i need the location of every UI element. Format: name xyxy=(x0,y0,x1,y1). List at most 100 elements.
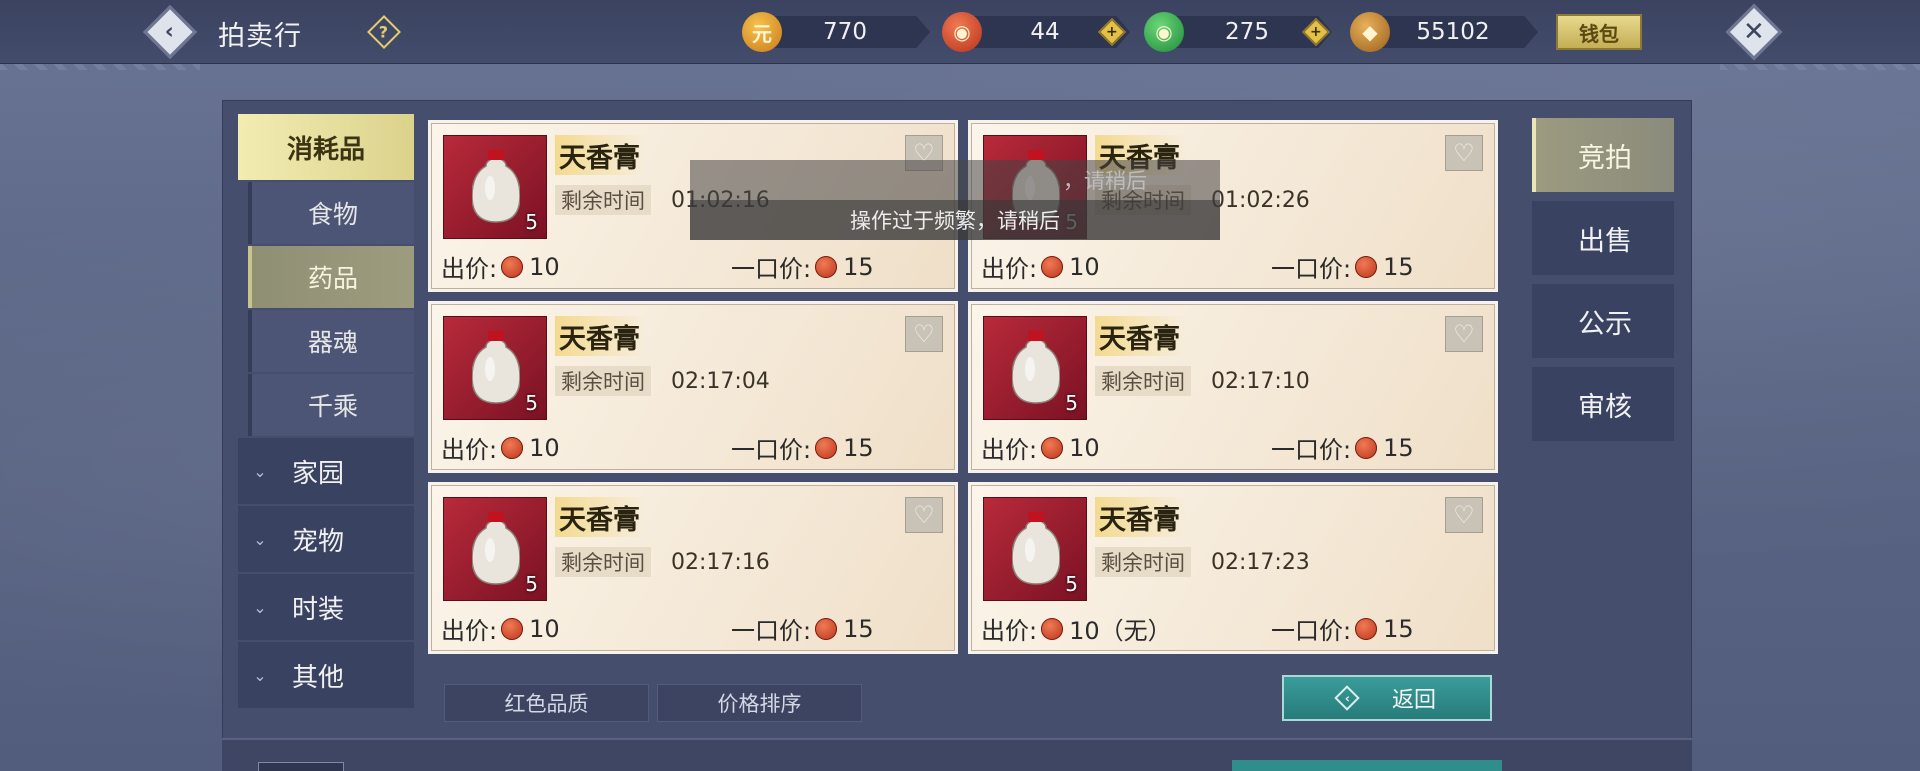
time-remaining-label: 剩余时间 xyxy=(555,547,651,577)
favorite-heart-icon[interactable]: ♡ xyxy=(1445,316,1483,352)
red-coin-icon xyxy=(815,436,838,459)
category-pets[interactable]: ⌄ 宠物 xyxy=(238,506,414,572)
buyout-label: 一口价: xyxy=(1271,255,1352,283)
favorite-heart-icon[interactable]: ♡ xyxy=(905,497,943,533)
bottom-button-left[interactable] xyxy=(258,762,344,771)
category-home[interactable]: ⌄ 家园 xyxy=(238,438,414,504)
currency-value: 770 xyxy=(760,16,930,48)
listing-card[interactable]: 5 天香膏 剩余时间 02:17:23 ♡ 出价: 10（无） 一口价: 15 xyxy=(968,482,1498,654)
listing-card[interactable]: 5 天香膏 剩余时间 02:17:10 ♡ 出价: 10 一口价: 15 xyxy=(968,301,1498,473)
red-coin-icon: ◉ xyxy=(942,12,982,52)
bid-value: 10（无） xyxy=(1069,617,1172,645)
buyout-value: 15 xyxy=(843,252,874,281)
price-row: 出价: 10 一口价: 15 xyxy=(981,247,1481,284)
category-label: 家园 xyxy=(292,458,345,489)
bid-label: 出价: xyxy=(441,255,498,283)
buyout-price: 一口价: 15 xyxy=(1271,249,1414,284)
page-title: 拍卖行 xyxy=(218,21,302,52)
tab-sell[interactable]: 出售 xyxy=(1532,201,1674,275)
favorite-heart-icon[interactable]: ♡ xyxy=(905,316,943,352)
item-quantity: 5 xyxy=(1065,391,1078,415)
subcategory-weapon-soul[interactable]: 器魂 xyxy=(248,310,414,372)
bottom-button-right[interactable] xyxy=(1232,760,1502,771)
red-coin-icon xyxy=(501,255,524,278)
price-row: 出价: 10（无） 一口价: 15 xyxy=(981,609,1481,646)
buyout-price: 一口价: 15 xyxy=(1271,611,1414,646)
back-button[interactable]: ‹ xyxy=(143,5,197,59)
toast-message: 操作过于频繁，请稍后 xyxy=(690,200,1220,240)
buyout-price: 一口价: 15 xyxy=(731,611,874,646)
time-remaining-value: 02:17:16 xyxy=(671,549,770,575)
item-icon[interactable]: 5 xyxy=(443,316,547,420)
subcategory-food[interactable]: 食物 xyxy=(248,182,414,244)
bid-value: 10 xyxy=(529,433,560,462)
subcategory-medicine[interactable]: 药品 xyxy=(248,246,414,308)
item-icon[interactable]: 5 xyxy=(983,316,1087,420)
bottle-icon xyxy=(1012,512,1060,585)
currency-gold-ingot: 元 770 xyxy=(742,12,932,52)
tab-review[interactable]: 审核 xyxy=(1532,367,1674,441)
price-row: 出价: 10 一口价: 15 xyxy=(441,247,941,284)
red-coin-icon xyxy=(1355,436,1378,459)
listing-card[interactable]: 5 天香膏 剩余时间 02:17:16 ♡ 出价: 10 一口价: 15 xyxy=(428,482,958,654)
bottle-icon xyxy=(472,512,520,585)
red-coin-icon xyxy=(1041,617,1064,640)
help-icon[interactable]: ? xyxy=(367,15,401,49)
bottle-icon xyxy=(1012,331,1060,404)
close-button[interactable]: ✕ xyxy=(1725,3,1783,61)
buyout-label: 一口价: xyxy=(1271,617,1352,645)
category-label: 时装 xyxy=(292,594,345,625)
buyout-label: 一口价: xyxy=(731,617,812,645)
red-coin-icon xyxy=(501,617,524,640)
buyout-value: 15 xyxy=(1383,614,1414,643)
plus-icon: + xyxy=(1106,23,1118,40)
buyout-label: 一口价: xyxy=(1271,436,1352,464)
time-remaining-value: 01:02:26 xyxy=(1211,187,1310,213)
item-icon[interactable]: 5 xyxy=(443,135,547,239)
chevron-left-icon: ‹ xyxy=(1334,685,1360,711)
chevron-down-icon: ⌄ xyxy=(253,597,267,617)
category-consumables[interactable]: 消耗品 xyxy=(238,114,414,180)
return-button[interactable]: ‹ 返回 xyxy=(1282,675,1492,721)
buyout-value: 15 xyxy=(1383,433,1414,462)
bid-price: 出价: 10 xyxy=(981,249,1100,284)
time-remaining-label: 剩余时间 xyxy=(1095,547,1191,577)
favorite-heart-icon[interactable]: ♡ xyxy=(1445,497,1483,533)
favorite-heart-icon[interactable]: ♡ xyxy=(1445,135,1483,171)
toast-message-faded: ，请稍后 xyxy=(690,160,1220,200)
bottle-icon xyxy=(472,150,520,223)
price-sort-button[interactable]: 价格排序 xyxy=(657,684,862,722)
buyout-value: 15 xyxy=(843,433,874,462)
bid-price: 出价: 10 xyxy=(441,430,560,465)
bid-value: 10 xyxy=(529,252,560,281)
bid-value: 10 xyxy=(1069,252,1100,281)
currency-bronze-coin: ◆ 55102 xyxy=(1350,12,1550,52)
quality-filter-button[interactable]: 红色品质 xyxy=(444,684,649,722)
bid-price: 出价: 10（无） xyxy=(981,611,1172,646)
item-icon[interactable]: 5 xyxy=(443,497,547,601)
subcategory-chariot[interactable]: 千乘 xyxy=(248,374,414,436)
top-bar: ‹ 拍卖行 ? 元 770 ◉ 44 + ◉ 275 + ◆ 55102 钱包 … xyxy=(0,0,1920,64)
item-name: 天香膏 xyxy=(555,316,647,356)
red-coin-icon xyxy=(815,255,838,278)
item-name: 天香膏 xyxy=(555,135,647,175)
wallet-button[interactable]: 钱包 xyxy=(1556,14,1642,50)
price-row: 出价: 10 一口价: 15 xyxy=(981,428,1481,465)
item-icon[interactable]: 5 xyxy=(983,497,1087,601)
price-row: 出价: 10 一口价: 15 xyxy=(441,609,941,646)
category-other[interactable]: ⌄ 其他 xyxy=(238,642,414,708)
time-remaining-value: 02:17:04 xyxy=(671,368,770,394)
tab-announcement[interactable]: 公示 xyxy=(1532,284,1674,358)
jade-coin-icon: ◉ xyxy=(1144,12,1184,52)
listing-card[interactable]: 5 天香膏 剩余时间 02:17:04 ♡ 出价: 10 一口价: 15 xyxy=(428,301,958,473)
tab-bidding[interactable]: 竞拍 xyxy=(1532,118,1674,192)
buyout-price: 一口价: 15 xyxy=(731,249,874,284)
red-coin-icon xyxy=(1041,255,1064,278)
red-coin-icon xyxy=(1355,255,1378,278)
category-fashion[interactable]: ⌄ 时装 xyxy=(238,574,414,640)
category-label: 宠物 xyxy=(292,526,345,557)
bid-label: 出价: xyxy=(981,617,1038,645)
category-label: 其他 xyxy=(292,662,345,693)
time-remaining-label: 剩余时间 xyxy=(555,366,651,396)
time-remaining-value: 02:17:23 xyxy=(1211,549,1310,575)
